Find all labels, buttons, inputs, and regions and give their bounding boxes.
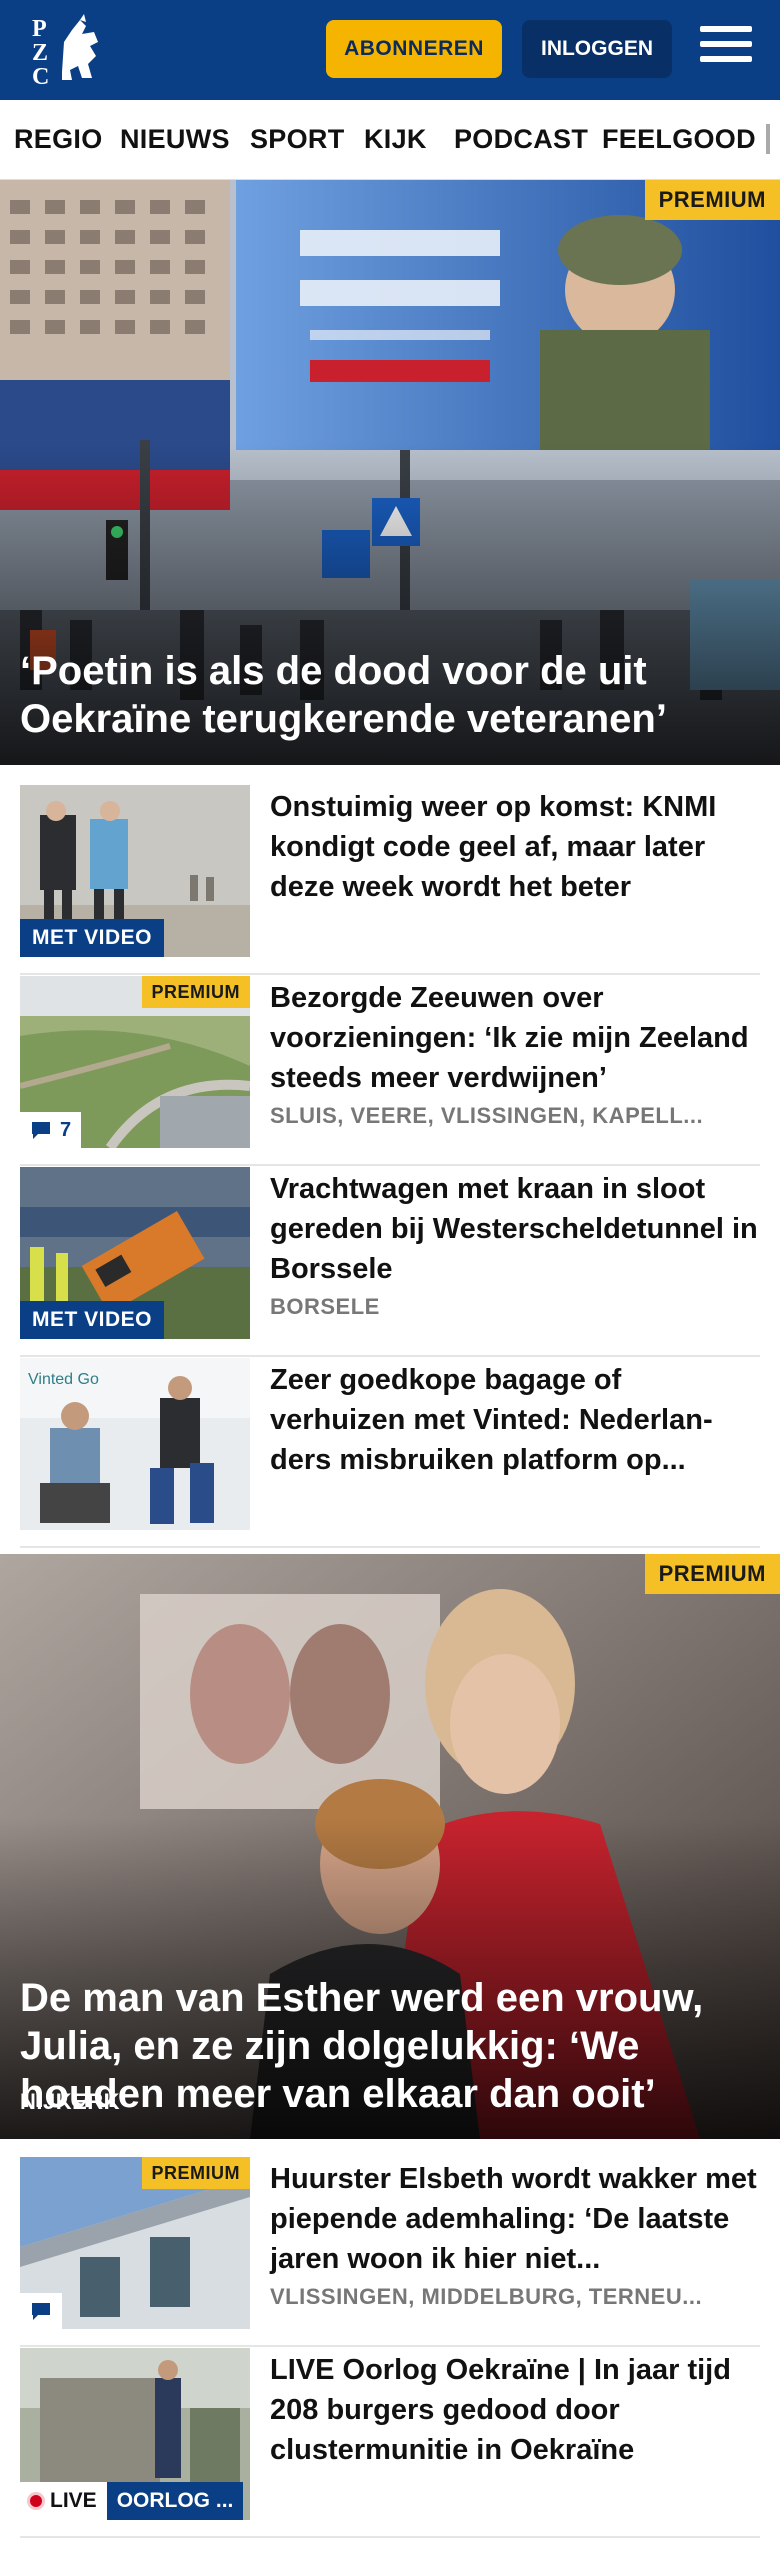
article-thumbnail: MET VIDEO	[20, 1167, 250, 1339]
hero-title[interactable]: ‘Poetin is als de dood voor de uit Oekra…	[20, 647, 760, 743]
comment-icon	[32, 2303, 50, 2320]
svg-text:Vinted Go: Vinted Go	[28, 1371, 99, 1388]
comments-count[interactable]	[20, 2293, 62, 2329]
hamburger-menu-icon[interactable]	[700, 26, 752, 72]
subscribe-button[interactable]: ABONNEREN	[326, 20, 502, 78]
hero-article-esther-julia[interactable]: PREMIUM De man van Esther werd een vrouw…	[0, 1554, 780, 2139]
article-title[interactable]: Zeer goedkope bagage of verhuizen met Vi…	[270, 1360, 760, 1480]
article-row-vinted[interactable]: Vinted Go Zeer goedkope bagage of verhui…	[20, 1358, 760, 1548]
hero-title[interactable]: De man van Esther werd een vrouw, Julia,…	[20, 1974, 760, 2118]
nav-item-regio[interactable]: REGIO	[14, 124, 103, 155]
pzc-logo[interactable]: P Z C	[28, 12, 112, 90]
premium-badge: PREMIUM	[141, 2157, 250, 2189]
article-tags: SLUIS, VEERE, VLISSINGEN, KAPELL...	[270, 1103, 704, 1128]
article-row-elsbeth[interactable]: PREMIUM Huurster Elsbeth wordt wakker me…	[20, 2157, 760, 2347]
login-button[interactable]: INLOGGEN	[522, 20, 672, 78]
comments-number: 7	[60, 1118, 72, 1141]
premium-badge: PREMIUM	[644, 180, 780, 220]
article-title[interactable]: Onstuimig weer op komst: KNMI kondigt co…	[270, 787, 760, 907]
article-title[interactable]: Vrachtwagen met kraan in sloot gereden b…	[270, 1169, 760, 1289]
section-nav: REGIO NIEUWS SPORT KIJK PODCAST FEELGOOD	[0, 100, 780, 180]
article-tags: VLISSINGEN, MIDDELBURG, TERNEU...	[270, 2284, 703, 2309]
live-text: LIVE	[50, 2489, 97, 2512]
article-row-truck[interactable]: MET VIDEO Vrachtwagen met kraan in sloot…	[20, 1167, 760, 1357]
live-label: LIVE OORLOG ...	[20, 2482, 244, 2520]
live-dot-icon	[30, 2495, 42, 2507]
svg-text:C: C	[32, 64, 49, 88]
article-thumbnail: Vinted Go	[20, 1358, 250, 1530]
nav-item-podcast[interactable]: PODCAST	[454, 124, 588, 155]
article-thumbnail: MET VIDEO	[20, 785, 250, 957]
article-row-weather[interactable]: MET VIDEO Onstuimig weer op komst: KNMI …	[20, 785, 760, 975]
article-thumbnail: PREMIUM	[20, 2157, 250, 2329]
nav-item-sport[interactable]: SPORT	[250, 124, 345, 155]
video-label: MET VIDEO	[20, 1301, 165, 1339]
article-row-zeeland[interactable]: PREMIUM 7 Bezorgde Zeeuwen over voorzien…	[20, 976, 760, 1166]
article-thumbnail: PREMIUM 7	[20, 976, 250, 1148]
nav-item-kijk[interactable]: KIJK	[364, 124, 427, 155]
nav-overflow-indicator	[766, 124, 770, 154]
svg-text:P: P	[32, 16, 47, 42]
video-label: MET VIDEO	[20, 919, 165, 957]
top-bar: P Z C ABONNEREN INLOGGEN	[0, 0, 780, 100]
article-thumbnail: LIVE OORLOG ...	[20, 2348, 250, 2520]
article-title[interactable]: LIVE Oorlog Oekraïne | In jaar tijd 208 …	[270, 2350, 760, 2470]
article-row-ukraine-live[interactable]: LIVE OORLOG ... LIVE Oorlog Oekraïne | I…	[20, 2348, 760, 2538]
topic-label: OORLOG ...	[106, 2482, 244, 2520]
article-tags: BORSELE	[270, 1294, 380, 1319]
svg-text:Z: Z	[32, 40, 48, 66]
nav-item-nieuws[interactable]: NIEUWS	[120, 124, 230, 155]
comments-count[interactable]: 7	[20, 1112, 82, 1148]
nav-item-feelgood[interactable]: FEELGOOD	[602, 124, 756, 155]
premium-badge: PREMIUM	[141, 976, 250, 1008]
article-title[interactable]: Bezorgde Zeeuwen over voorzieningen: ‘Ik…	[270, 978, 760, 1098]
article-title[interactable]: Huurster Elsbeth wordt wakker met piepen…	[270, 2159, 760, 2279]
hero-article-putin[interactable]: PREMIUM ‘Poetin is als de dood voor de u…	[0, 180, 780, 765]
premium-badge: PREMIUM	[644, 1554, 780, 1594]
comment-icon	[32, 1122, 50, 1139]
hero-location: NIJKERK	[20, 2089, 121, 2114]
